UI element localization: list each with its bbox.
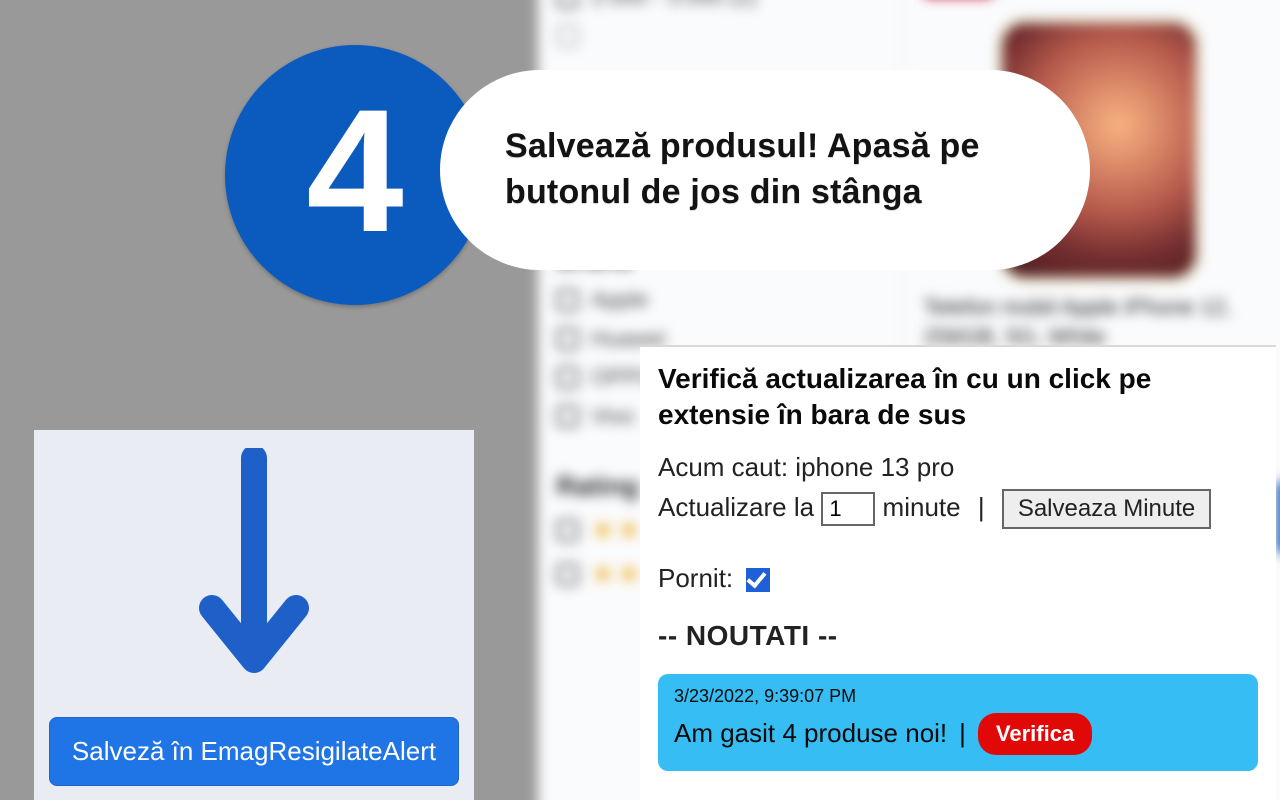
alert-message: Am gasit 4 produse noi!	[674, 718, 947, 749]
searching-row: Acum caut: iphone 13 pro	[658, 452, 1258, 483]
separator: |	[959, 718, 966, 749]
alert-timestamp: 3/23/2022, 9:39:07 PM	[674, 686, 1242, 707]
searching-value: iphone 13 pro	[795, 452, 954, 482]
brand-row[interactable]: Apple	[556, 287, 885, 314]
filter-price-label: 2.000 - 3.000 (2)	[591, 0, 757, 10]
save-extension-button[interactable]: Salveză în EmagResigilateAlert	[49, 717, 459, 786]
save-minutes-button[interactable]: Salveaza Minute	[1002, 489, 1211, 529]
news-alert: 3/23/2022, 9:39:07 PM Am gasit 4 produse…	[658, 674, 1258, 771]
update-prefix: Actualizare la	[658, 492, 814, 522]
minutes-input[interactable]	[821, 492, 875, 526]
filter-price-row[interactable]: 2.000 - 3.000 (2)	[556, 0, 885, 10]
update-row: Actualizare la minute | Salveaza Minute	[658, 489, 1258, 529]
checkbox-icon	[556, 0, 578, 8]
arrow-down-icon	[194, 448, 314, 683]
instruction-bubble: Salvează produsul! Apasă pe butonul de j…	[440, 70, 1090, 270]
news-heading: -- NOUTATI --	[658, 620, 1258, 652]
verify-button[interactable]: Verifica	[978, 713, 1092, 755]
extension-popup: Verifică actualizarea în cu un click pe …	[640, 345, 1276, 800]
update-suffix: minute	[883, 492, 961, 522]
product-title: Telefon mobil Apple iPhone 12, 256GB, 5G…	[924, 293, 1275, 351]
enabled-checkbox[interactable]	[746, 568, 770, 592]
separator: |	[978, 492, 985, 522]
instruction-text: Salvează produsul! Apasă pe butonul de j…	[505, 124, 1030, 216]
popup-heading: Verifică actualizarea în cu un click pe …	[658, 361, 1258, 434]
step-number: 4	[306, 84, 403, 259]
enabled-label: Pornit:	[658, 563, 733, 593]
searching-label: Acum caut:	[658, 452, 788, 482]
save-card: Salveză în EmagResigilateAlert	[34, 430, 474, 800]
enabled-row: Pornit:	[658, 563, 1258, 594]
